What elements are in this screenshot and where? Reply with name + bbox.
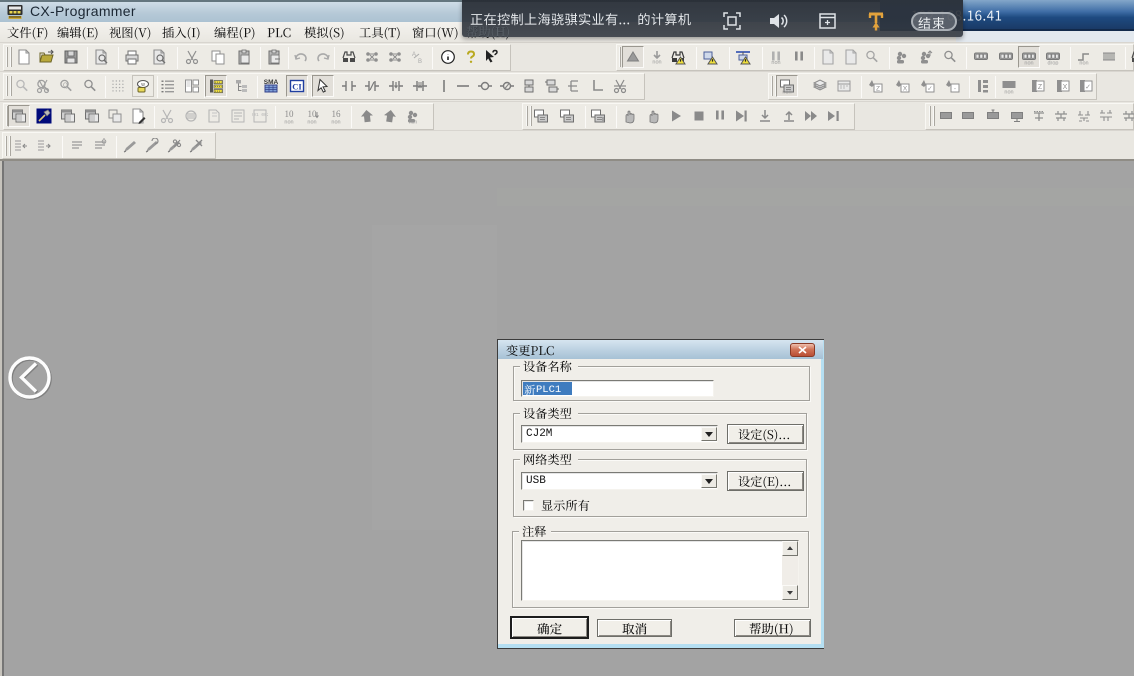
svg-text:X: X [903, 86, 908, 93]
svg-text:Q: Q [63, 83, 68, 89]
svg-text:non: non [307, 120, 316, 125]
svg-text:001 002: 001 002 [252, 112, 268, 118]
svg-text:non: non [1004, 90, 1013, 95]
svg-text:X: X [1063, 84, 1068, 91]
svg-text:16: 16 [332, 109, 342, 119]
svg-text:✓: ✓ [1085, 84, 1091, 91]
svg-text:non: non [409, 120, 418, 125]
svg-text:✓: ✓ [927, 86, 932, 93]
svg-text:non: non [782, 90, 791, 95]
svg-text:non: non [652, 60, 661, 66]
svg-text:non: non [284, 120, 293, 125]
svg-text:drop: drop [1047, 61, 1058, 66]
svg-text:Z: Z [876, 86, 880, 93]
svg-text:CI: CI [292, 82, 302, 92]
svg-text:non: non [1079, 61, 1088, 66]
svg-text:-: - [954, 86, 956, 93]
svg-text:non: non [1024, 61, 1033, 66]
svg-text:10: 10 [285, 109, 295, 119]
svg-text:non: non [331, 120, 340, 125]
svg-text:Z: Z [1038, 84, 1043, 91]
svg-text:10: 10 [308, 109, 318, 119]
svg-text:non: non [771, 60, 780, 65]
svg-text:B: B [418, 59, 422, 65]
